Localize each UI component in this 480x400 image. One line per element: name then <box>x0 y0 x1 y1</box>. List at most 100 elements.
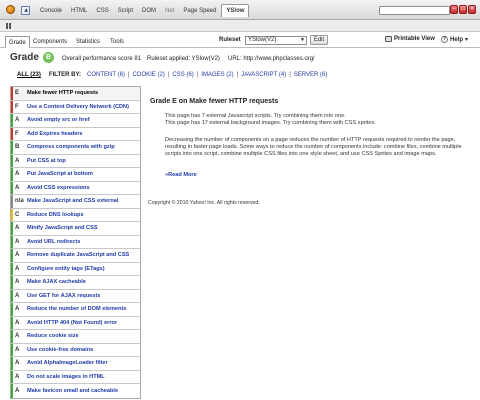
rule-grade-color-bar <box>11 181 13 194</box>
rule-grade-color-bar <box>11 100 13 113</box>
rule-row[interactable]: F Use a Content Delivery Network (CDN) <box>11 100 140 114</box>
pause-icon[interactable] <box>6 23 11 29</box>
firebug-tab-script[interactable]: Script <box>114 5 137 17</box>
rule-row[interactable]: A Avoid URL redirects <box>11 235 140 249</box>
rule-grade-color-bar <box>11 195 13 208</box>
rule-grade: A <box>15 333 20 340</box>
tab-tools[interactable]: Tools <box>107 36 127 48</box>
firebug-tab-net[interactable]: Net <box>161 5 178 17</box>
firebug-tab-console[interactable]: Console <box>36 5 66 17</box>
rule-row[interactable]: A Use cookie-free domains <box>11 343 140 357</box>
rule-row[interactable]: A Use GET for AJAX requests <box>11 289 140 303</box>
filter-by-label: FILTER BY: <box>48 72 82 78</box>
firebug-tab-html[interactable]: HTML <box>67 5 91 17</box>
grade-badge: B <box>42 52 54 63</box>
rule-name: Avoid AlphaImageLoader filter <box>27 360 108 367</box>
rule-name: Reduce cookie size <box>27 333 79 340</box>
filter-server[interactable]: SERVER (6) <box>294 72 328 78</box>
rule-grade-color-bar <box>11 235 13 248</box>
rule-row[interactable]: C Reduce DNS lookups <box>11 208 140 222</box>
rule-grade: A <box>15 319 20 326</box>
help-menu[interactable]: ? Help ▾ <box>441 36 468 43</box>
rule-row[interactable]: B Compress components with gzip <box>11 141 140 155</box>
rule-grade: A <box>15 292 20 299</box>
overall-score: Overall performance score 81 <box>62 56 142 62</box>
rule-row[interactable]: A Avoid HTTP 404 (Not Found) error <box>11 316 140 330</box>
rule-row[interactable]: A Remove duplicate JavaScript and CSS <box>11 249 140 263</box>
rule-row[interactable]: A Avoid empty src or href <box>11 114 140 128</box>
rule-row[interactable]: A Put JavaScript at bottom <box>11 168 140 182</box>
rule-row[interactable]: A Make favicon small and cacheable <box>11 384 140 398</box>
rule-detail-title: Grade E on Make fewer HTTP requests <box>150 98 279 105</box>
rule-name: Put CSS at top <box>27 157 66 164</box>
rule-grade: A <box>15 306 20 313</box>
rule-grade: A <box>15 238 20 245</box>
filter-content[interactable]: CONTENT (6) <box>87 72 125 78</box>
rule-detail-line-2: This page has 17 external background ima… <box>165 120 376 126</box>
rule-row[interactable]: A Reduce the number of DOM elements <box>11 303 140 317</box>
firebug-tab-css[interactable]: CSS <box>92 5 112 17</box>
ruleset-applied: Ruleset applied: YSlow(V2) <box>147 56 220 62</box>
rule-name: Make favicon small and cacheable <box>27 387 119 394</box>
close-button[interactable]: × <box>468 5 476 14</box>
firebug-bug-icon[interactable] <box>5 5 15 15</box>
copyright: Copyright © 2010 Yahoo! Inc. All rights … <box>148 200 260 206</box>
filter-css[interactable]: CSS (6) <box>172 72 193 78</box>
rule-grade-color-bar <box>11 276 13 289</box>
yslow-panel-window: Console HTML CSS Script DOM Net Page Speed YSlo… <box>0 0 480 400</box>
printer-icon <box>385 36 392 42</box>
filter-separator: | <box>167 72 170 78</box>
rule-row[interactable]: A Avoid CSS expressions <box>11 181 140 195</box>
rule-grade: A <box>15 252 20 259</box>
tab-statistics[interactable]: Statistics <box>73 36 103 48</box>
rule-grade-color-bar <box>11 154 13 167</box>
firebug-tab-yslow[interactable]: YSlow <box>221 3 250 17</box>
minimize-button[interactable]: – <box>450 5 458 14</box>
tab-grade[interactable]: Grade <box>5 36 30 48</box>
filter-all[interactable]: ALL (23) <box>17 72 41 78</box>
inspect-element-icon[interactable] <box>20 5 30 15</box>
rule-name: Make AJAX cacheable <box>27 279 86 286</box>
rule-grade: A <box>15 346 20 353</box>
edit-ruleset-button[interactable]: Edit <box>310 35 328 45</box>
read-more-link[interactable]: »Read More <box>165 172 197 178</box>
rule-row[interactable]: n/a Make JavaScript and CSS external <box>11 195 140 209</box>
rule-name: Make fewer HTTP requests <box>27 90 99 97</box>
rule-grade: A <box>15 225 20 232</box>
maximize-button[interactable]: □ <box>459 5 467 14</box>
printable-view-label: Printable View <box>394 36 435 42</box>
rule-row[interactable]: A Put CSS at top <box>11 154 140 168</box>
filter-cookie[interactable]: COOKIE (2) <box>132 72 164 78</box>
filter-images[interactable]: IMAGES (2) <box>201 72 233 78</box>
rule-row[interactable]: F Add Expires headers <box>11 127 140 141</box>
rule-grade: C <box>15 211 20 218</box>
rule-name: Reduce the number of DOM elements <box>27 306 127 313</box>
firebug-tab-dom[interactable]: DOM <box>138 5 160 17</box>
rule-row[interactable]: A Configure entity tags (ETags) <box>11 262 140 276</box>
rule-grade: F <box>15 103 19 110</box>
rule-row[interactable]: A Minify JavaScript and CSS <box>11 222 140 236</box>
tab-components[interactable]: Components <box>30 36 70 48</box>
rule-grade-color-bar <box>11 343 13 356</box>
rule-name: Avoid HTTP 404 (Not Found) error <box>27 319 118 326</box>
rule-row[interactable]: A Make AJAX cacheable <box>11 276 140 290</box>
filter-javascript[interactable]: JAVASCRIPT (4) <box>241 72 286 78</box>
rule-name: Configure entity tags (ETags) <box>27 265 105 272</box>
rule-name: Avoid CSS expressions <box>27 184 90 191</box>
rule-grade-color-bar <box>11 249 13 262</box>
help-label: Help <box>450 36 464 43</box>
rule-row[interactable]: A Do not scale images in HTML <box>11 370 140 384</box>
rule-grade-color-bar <box>11 114 13 127</box>
firebug-tab-page-speed[interactable]: Page Speed <box>179 5 220 17</box>
filter-separator: | <box>289 72 291 78</box>
rule-row[interactable]: E Make fewer HTTP requests <box>11 87 140 101</box>
rule-grade-color-bar <box>11 208 13 221</box>
rule-row[interactable]: A Reduce cookie size <box>11 330 140 344</box>
rule-row[interactable]: A Avoid AlphaImageLoader filter <box>11 357 140 371</box>
firebug-search-input[interactable] <box>379 6 450 15</box>
filter-separator: | <box>196 72 199 78</box>
printable-view-link[interactable]: Printable View <box>385 36 435 42</box>
ruleset-select[interactable]: YSlow(V2) ▼ <box>245 36 307 45</box>
rule-grade-color-bar <box>11 141 13 154</box>
firebug-toolbar: Console HTML CSS Script DOM Net Page Speed YSlo… <box>0 0 480 20</box>
